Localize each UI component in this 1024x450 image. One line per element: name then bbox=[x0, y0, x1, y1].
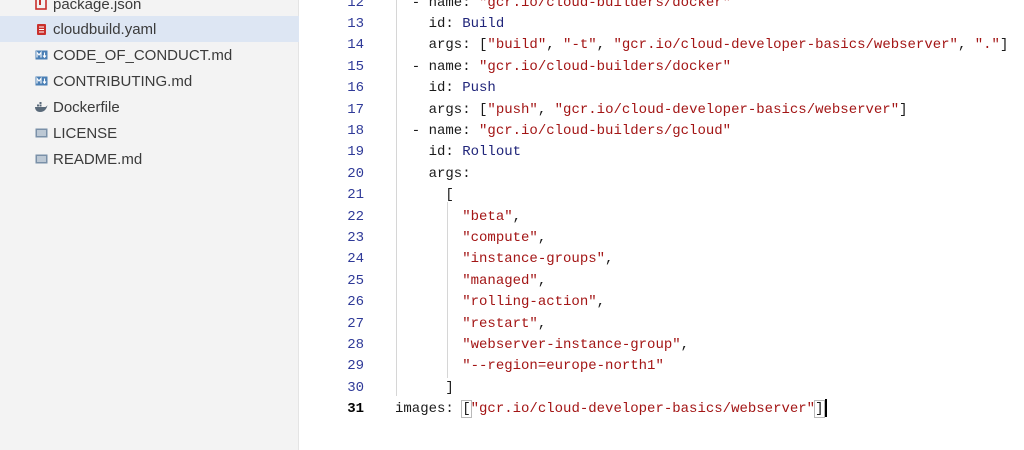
code-line[interactable]: 29 "--region=europe-north1" bbox=[300, 356, 1024, 377]
file-explorer-sidebar: package.json cloudbuild.yaml CODE_OF_CONDU… bbox=[0, 0, 299, 450]
line-number: 12 bbox=[347, 0, 364, 11]
code-line[interactable]: 19 id: Rollout bbox=[300, 142, 1024, 163]
line-number: 29 bbox=[347, 358, 364, 375]
code-line[interactable]: 15 - name: "gcr.io/cloud-builders/docker… bbox=[300, 57, 1024, 78]
file-name: README.md bbox=[53, 150, 143, 168]
code-text: "compute", bbox=[462, 229, 547, 246]
file-item[interactable]: CONTRIBUTING.md bbox=[0, 68, 299, 94]
code-text: "rolling-action", bbox=[462, 294, 606, 311]
markdown-file-icon bbox=[33, 47, 49, 63]
code-text: - name: "gcr.io/cloud-builders/docker" bbox=[395, 0, 732, 11]
indent-guide bbox=[447, 202, 448, 378]
code-line[interactable]: 31 images: ["gcr.io/cloud-developer-basic… bbox=[300, 399, 1024, 420]
code-line[interactable]: 13 id: Build bbox=[300, 14, 1024, 35]
code-text: "webserver-instance-group", bbox=[462, 336, 690, 353]
code-text: - name: "gcr.io/cloud-builders/gcloud" bbox=[395, 122, 732, 139]
code-text: args: ["build", "-t", "gcr.io/cloud-deve… bbox=[395, 37, 1009, 54]
file-item[interactable]: cloudbuild.yaml bbox=[0, 16, 299, 42]
code-text: id: Rollout bbox=[395, 144, 522, 161]
text-file-icon bbox=[33, 151, 49, 167]
code-line[interactable]: 14 args: ["build", "-t", "gcr.io/cloud-d… bbox=[300, 35, 1024, 56]
code-text: args: bbox=[395, 165, 471, 182]
line-number: 23 bbox=[347, 229, 364, 246]
line-number: 28 bbox=[347, 336, 364, 353]
line-number: 30 bbox=[347, 379, 364, 396]
code-editor[interactable]: 12 - name: "gcr.io/cloud-builders/docker… bbox=[300, 0, 1024, 450]
line-number: 27 bbox=[347, 315, 364, 332]
line-number: 19 bbox=[347, 144, 364, 161]
file-name: LICENSE bbox=[53, 124, 118, 142]
code-line[interactable]: 24 "instance-groups", bbox=[300, 249, 1024, 270]
code-line[interactable]: 25 "managed", bbox=[300, 271, 1024, 292]
code-line[interactable]: 27 "restart", bbox=[300, 314, 1024, 335]
line-number: 17 bbox=[347, 101, 364, 118]
code-text: "--region=europe-north1" bbox=[462, 358, 664, 375]
file-item[interactable]: CODE_OF_CONDUCT.md bbox=[0, 42, 299, 68]
line-number: 21 bbox=[347, 187, 364, 204]
line-number: 31 bbox=[347, 401, 364, 418]
code-line[interactable]: 16 id: Push bbox=[300, 78, 1024, 99]
file-name: CODE_OF_CONDUCT.md bbox=[53, 46, 233, 64]
code-line[interactable]: 28 "webserver-instance-group", bbox=[300, 335, 1024, 356]
line-number: 14 bbox=[347, 37, 364, 54]
code-line[interactable]: 26 "rolling-action", bbox=[300, 292, 1024, 313]
file-name: cloudbuild.yaml bbox=[53, 20, 157, 38]
line-number: 25 bbox=[347, 272, 364, 289]
code-text: [ bbox=[395, 187, 454, 204]
file-item[interactable]: Dockerfile bbox=[0, 94, 299, 120]
code-line[interactable]: 22 "beta", bbox=[300, 207, 1024, 228]
code-line[interactable]: 18 - name: "gcr.io/cloud-builders/gcloud… bbox=[300, 121, 1024, 142]
code-text: ] bbox=[395, 379, 454, 396]
code-text: "instance-groups", bbox=[462, 251, 614, 268]
line-number: 16 bbox=[347, 80, 364, 97]
text-file-icon bbox=[33, 125, 49, 141]
file-item[interactable]: README.md bbox=[0, 146, 299, 172]
package-json-icon bbox=[33, 0, 49, 12]
file-name: package.json bbox=[53, 0, 142, 13]
line-number: 26 bbox=[347, 294, 364, 311]
code-line[interactable]: 17 args: ["push", "gcr.io/cloud-develope… bbox=[300, 100, 1024, 121]
code-line[interactable]: 20 args: bbox=[300, 164, 1024, 185]
code-text: images: ["gcr.io/cloud-developer-basics/… bbox=[395, 399, 827, 420]
code-text: id: Push bbox=[395, 80, 496, 97]
line-number: 13 bbox=[347, 15, 364, 32]
code-line[interactable]: 23 "compute", bbox=[300, 228, 1024, 249]
code-text: args: ["push", "gcr.io/cloud-developer-b… bbox=[395, 101, 908, 118]
code-text: "managed", bbox=[462, 272, 547, 289]
file-name: CONTRIBUTING.md bbox=[53, 72, 193, 90]
indent-guide bbox=[396, 0, 397, 396]
docker-whale-icon bbox=[33, 99, 49, 115]
file-item[interactable]: LICENSE bbox=[0, 120, 299, 146]
code-text: - name: "gcr.io/cloud-builders/docker" bbox=[395, 58, 732, 75]
markdown-file-icon bbox=[33, 73, 49, 89]
line-number: 18 bbox=[347, 122, 364, 139]
file-name: Dockerfile bbox=[53, 98, 120, 116]
code-text: "restart", bbox=[462, 315, 547, 332]
line-number: 24 bbox=[347, 251, 364, 268]
line-number: 15 bbox=[347, 58, 364, 75]
code-line[interactable]: 12 - name: "gcr.io/cloud-builders/docker… bbox=[300, 0, 1024, 14]
line-number: 22 bbox=[347, 208, 364, 225]
yaml-file-icon bbox=[33, 21, 49, 37]
code-line[interactable]: 21 [ bbox=[300, 185, 1024, 206]
file-item[interactable]: package.json bbox=[0, 0, 299, 17]
text-caret bbox=[824, 399, 827, 418]
code-line[interactable]: 30 ] bbox=[300, 378, 1024, 399]
code-text: id: Build bbox=[395, 15, 505, 32]
code-text: "beta", bbox=[462, 208, 522, 225]
line-number: 20 bbox=[347, 165, 364, 182]
